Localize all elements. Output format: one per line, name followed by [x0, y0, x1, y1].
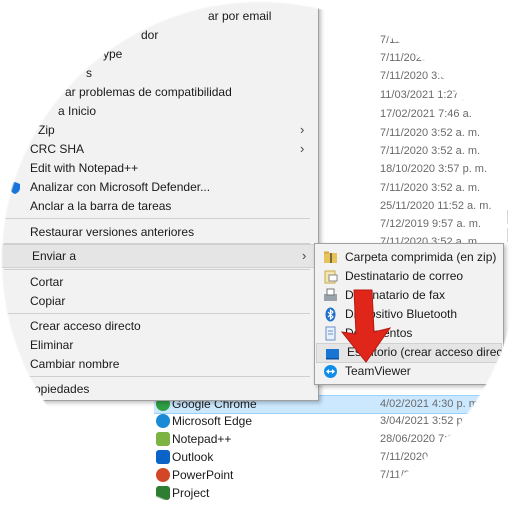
file-item-project[interactable]: Project 7/11/2020 3:52 a. m.	[154, 485, 514, 503]
menu-item-label: ype	[103, 47, 123, 61]
file-name: Microsoft Edge	[172, 414, 253, 428]
menu-separator	[4, 376, 310, 377]
file-date: 7/11/2020 3:52 a. m.	[380, 487, 481, 499]
menu-item-label: ar por email	[208, 9, 272, 23]
menu-item-label: s	[86, 66, 92, 80]
menu-item-send-to[interactable]: Enviar a ›	[0, 244, 317, 268]
mail-recipient-icon	[323, 269, 338, 284]
file-date: 7/12/2019 9:57 a. m.	[380, 218, 481, 230]
menu-item-properties[interactable]: opiedades	[0, 380, 318, 399]
menu-item-label: Eliminar	[30, 338, 74, 352]
file-item-outlook[interactable]: Outlook 7/11/2020 3:52 a. m.	[154, 449, 514, 467]
menu-item-label: Zip	[38, 123, 55, 137]
menu-item-label: Crear acceso directo	[30, 319, 141, 333]
screenshot-stage: 7/11/2020 3:52 a. m. 7/11/2020 3:52 a. m…	[0, 0, 520, 520]
file-name: PowerPoint	[172, 468, 234, 482]
menu-item-send-by-email[interactable]: ar por email	[0, 7, 318, 26]
chevron-right-icon: ›	[302, 248, 307, 263]
menu-item-cut[interactable]: Cortar	[0, 273, 318, 292]
file-date: 4/02/2021 4:30 p. m.	[380, 398, 481, 410]
file-date: 7/11/2020 3:52 a. m.	[380, 52, 481, 64]
menu-item-label: a Inicio	[58, 104, 97, 118]
file-date: 25/11/2020 11:52 a. m.	[380, 200, 492, 212]
menu-item-pin-taskbar[interactable]: Anclar a la barra de tareas	[0, 197, 318, 216]
menu-item-create-shortcut[interactable]: Crear acceso directo	[0, 317, 318, 336]
file-name: Outlook	[172, 450, 214, 464]
file-date: 3/04/2021 3:52 p. m.	[380, 415, 481, 427]
submenu-item-label: Destinatario de correo	[345, 269, 464, 283]
column-divider	[507, 228, 508, 242]
menu-item-copy[interactable]: Copiar	[0, 292, 318, 311]
menu-item-label: Edit with Notepad++	[30, 161, 139, 175]
file-date: 17/02/2021 7:46 a. m.	[380, 108, 488, 120]
submenu-item-label: Carpeta comprimida (en zip)	[345, 250, 497, 264]
menu-item-label: Analizar con Microsoft Defender...	[30, 180, 211, 194]
outlook-icon	[156, 450, 170, 464]
menu-item-crc-sha[interactable]: CRC SHA ›	[0, 140, 318, 159]
file-date: 7/11/2020 3:52 a. m.	[380, 127, 481, 139]
menu-item-label: Restaurar versiones anteriores	[30, 225, 195, 239]
powerpoint-icon	[156, 468, 170, 482]
submenu-item-label: TeamViewer	[345, 364, 411, 378]
menu-item-label: Cambiar nombre	[30, 357, 120, 371]
file-name: Notepad++	[172, 432, 232, 446]
menu-separator	[4, 218, 310, 219]
column-divider	[507, 210, 508, 224]
menu-item-pin-to-start[interactable]: a Inicio	[0, 102, 318, 121]
project-icon	[156, 486, 170, 500]
menu-item-restore-versions[interactable]: Restaurar versiones anteriores	[0, 223, 318, 242]
menu-item-delete[interactable]: Eliminar	[0, 336, 318, 355]
file-date: 7/11/2020 3:52 a. m.	[380, 469, 481, 481]
menu-item-label: opiedades	[34, 382, 90, 396]
submenu-item-zip-folder[interactable]: Carpeta comprimida (en zip)	[315, 248, 503, 267]
menu-item-defender[interactable]: Analizar con Microsoft Defender...	[0, 178, 318, 197]
teamviewer-icon	[323, 364, 338, 379]
edge-icon	[156, 414, 170, 428]
defender-shield-icon	[8, 181, 22, 195]
file-date: 7/11/2020 3:52 a. m.	[380, 451, 481, 463]
menu-item-partial[interactable]: ype	[0, 45, 318, 64]
file-item-notepad[interactable]: Notepad++ 28/06/2020 7:19 p. m.	[154, 431, 514, 449]
menu-item-label: Cortar	[30, 275, 64, 289]
file-date: 7/11/2020 3:52 a. m.	[380, 182, 481, 194]
menu-item-label: Anclar a la barra de tareas	[30, 199, 172, 213]
menu-item-partial[interactable]: s	[0, 64, 318, 83]
menu-item-7zip[interactable]: Zip ›	[0, 121, 318, 140]
menu-item-compatibility[interactable]: ar problemas de compatibilidad	[0, 83, 318, 102]
menu-item-label: Copiar	[30, 294, 66, 308]
file-date: 7/11/2020 3:52 a. m.	[380, 145, 481, 157]
file-name: Project	[172, 486, 210, 500]
red-arrow-annotation-icon	[340, 289, 392, 363]
file-item-powerpoint[interactable]: PowerPoint 7/11/2020 3:52 a. m.	[154, 467, 514, 485]
context-menu: ar por email dor ype s ar problemas de c…	[0, 0, 319, 401]
menu-item-partial[interactable]: dor	[0, 26, 318, 45]
file-date: 7/11/2020 3:52 a. m.	[380, 34, 481, 46]
file-date: 7/11/2020 3:52 a. m.	[380, 70, 481, 82]
menu-separator	[4, 269, 310, 270]
file-date: 18/10/2020 3:57 p. m.	[380, 163, 488, 175]
menu-item-rename[interactable]: Cambiar nombre	[0, 355, 318, 374]
submenu-item-teamviewer[interactable]: TeamViewer	[315, 362, 503, 381]
menu-separator	[4, 313, 310, 314]
zip-folder-icon	[323, 250, 338, 265]
menu-item-label: CRC SHA	[30, 142, 85, 156]
chevron-right-icon: ›	[300, 122, 305, 137]
file-item-microsoft-edge[interactable]: Microsoft Edge 3/04/2021 3:52 p. m.	[154, 413, 514, 431]
menu-item-edit-notepad[interactable]: Edit with Notepad++	[0, 159, 318, 178]
file-date: 28/06/2020 7:19 p. m.	[380, 433, 488, 445]
chevron-right-icon: ›	[300, 141, 305, 156]
menu-item-label: ar problemas de compatibilidad	[65, 85, 232, 99]
menu-item-label: dor	[141, 28, 159, 42]
file-date: 11/03/2021 1:27 p. m.	[380, 89, 487, 101]
submenu-item-mail-recipient[interactable]: Destinatario de correo	[315, 267, 503, 286]
notepad-icon	[156, 432, 170, 446]
menu-item-label: Enviar a	[32, 249, 77, 263]
